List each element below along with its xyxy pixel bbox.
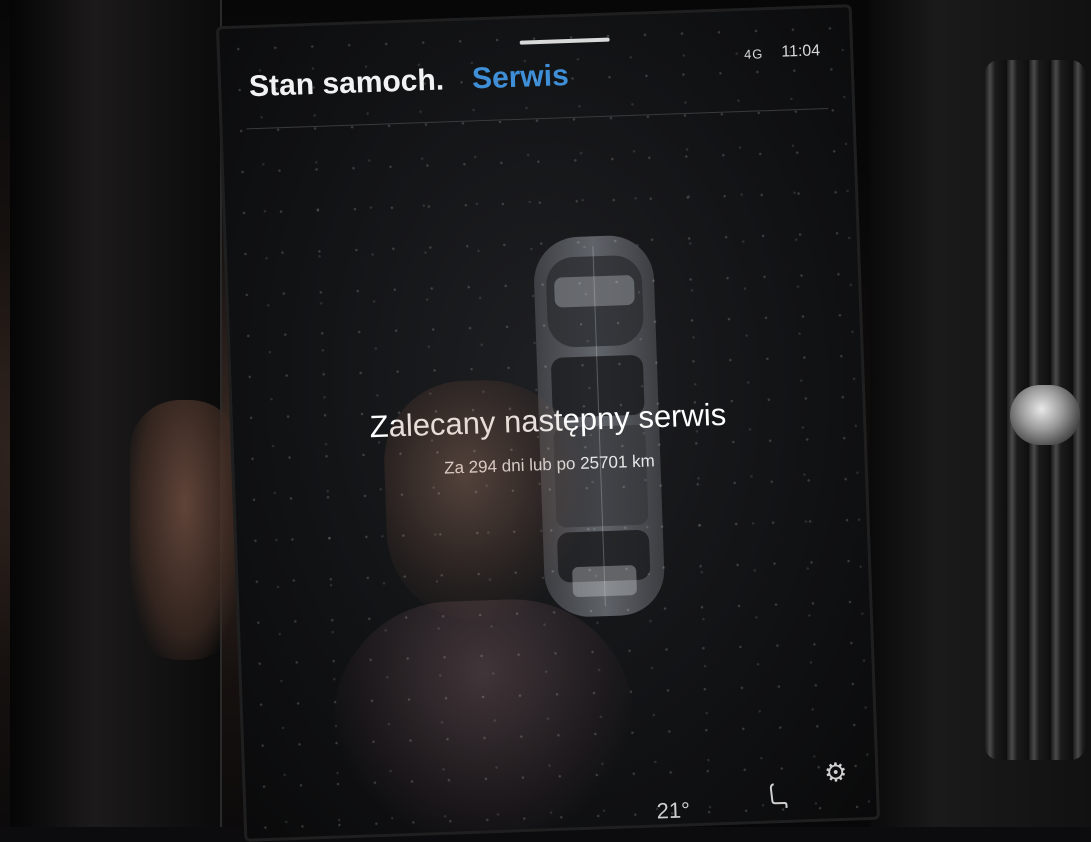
- service-info: Zalecany następny serwis Za 294 dni lub …: [232, 392, 864, 486]
- clock: 11:04: [781, 42, 821, 61]
- settings-gear-icon[interactable]: ⚙: [824, 757, 848, 789]
- drag-handle[interactable]: [519, 37, 610, 45]
- person-reflection-overlay: [329, 595, 638, 842]
- vent-knob[interactable]: [1010, 385, 1080, 445]
- status-bar: 4G 11:04: [744, 42, 821, 63]
- tab-car-status[interactable]: Stan samoch.: [249, 63, 445, 104]
- car-dashboard: 4G 11:04 Stan samoch. Serwis Zalecany na…: [0, 0, 1091, 842]
- hand-reflection: [130, 400, 240, 660]
- seat-icon[interactable]: [766, 782, 789, 811]
- signal-icon: 4G: [743, 45, 764, 62]
- tab-bar: Stan samoch. Serwis: [249, 59, 570, 104]
- header-divider: [246, 108, 829, 130]
- tab-service[interactable]: Serwis: [471, 59, 569, 96]
- infotainment-screen: 4G 11:04 Stan samoch. Serwis Zalecany na…: [215, 4, 881, 842]
- temperature-readout[interactable]: 21°: [656, 797, 690, 824]
